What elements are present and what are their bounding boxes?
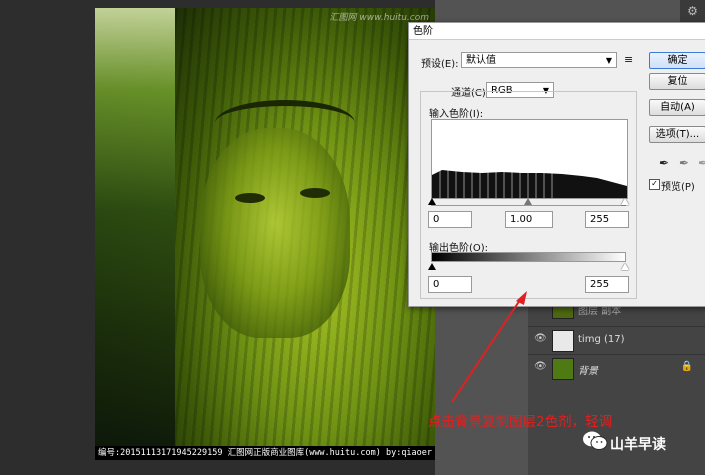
annotation-text: 点击背景复制图层2色剂，轻调 xyxy=(428,414,613,430)
brand-name: 山羊早读 xyxy=(610,437,666,453)
brand-watermark: 山羊早读 xyxy=(570,428,705,458)
wechat-icon xyxy=(583,431,608,450)
annotation-arrow xyxy=(451,291,527,403)
